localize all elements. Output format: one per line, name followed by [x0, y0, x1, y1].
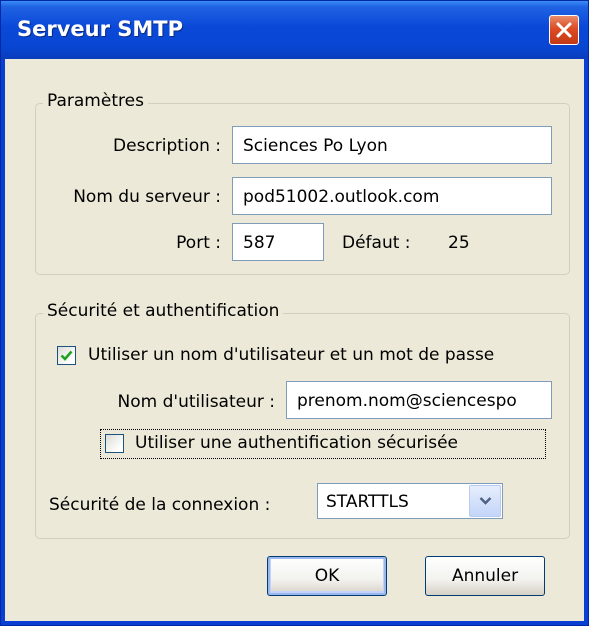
username-field[interactable]: prenom.nom@sciencespo	[286, 381, 552, 419]
checkmark-icon	[60, 350, 73, 361]
secure-auth-label[interactable]: Utiliser une authentification sécurisée	[135, 433, 458, 453]
port-field[interactable]: 587	[232, 223, 324, 261]
window-title: Serveur SMTP	[17, 17, 184, 41]
description-label: Description :	[113, 136, 221, 156]
default-port-label: Défaut :	[342, 233, 411, 253]
dialog-window: Serveur SMTP Paramètres Description : Sc…	[0, 0, 589, 626]
close-icon	[556, 22, 572, 38]
server-name-field[interactable]: pod51002.outlook.com	[232, 177, 552, 215]
username-label: Nom d'utilisateur :	[117, 392, 275, 412]
connection-security-value: STARTTLS	[326, 492, 409, 512]
security-legend: Sécurité et authentification	[43, 301, 284, 321]
description-field[interactable]: Sciences Po Lyon	[232, 126, 552, 164]
use-credentials-label[interactable]: Utiliser un nom d'utilisateur et un mot …	[88, 345, 494, 365]
connection-security-select[interactable]: STARTTLS	[317, 483, 503, 519]
secure-auth-checkbox[interactable]	[105, 434, 124, 453]
settings-legend: Paramètres	[43, 91, 148, 111]
close-button[interactable]	[549, 15, 579, 45]
dropdown-button[interactable]	[469, 485, 501, 517]
cancel-button[interactable]: Annuler	[425, 556, 545, 596]
default-port-value: 25	[448, 233, 470, 253]
connection-security-label: Sécurité de la connexion :	[49, 495, 271, 515]
title-bar[interactable]: Serveur SMTP	[1, 1, 588, 59]
port-label: Port :	[176, 233, 221, 253]
server-name-label: Nom du serveur :	[73, 187, 221, 207]
dialog-body: Paramètres Description : Sciences Po Lyo…	[5, 59, 584, 621]
chevron-down-icon	[479, 497, 492, 505]
use-credentials-checkbox[interactable]	[57, 346, 76, 365]
ok-button[interactable]: OK	[267, 556, 387, 596]
